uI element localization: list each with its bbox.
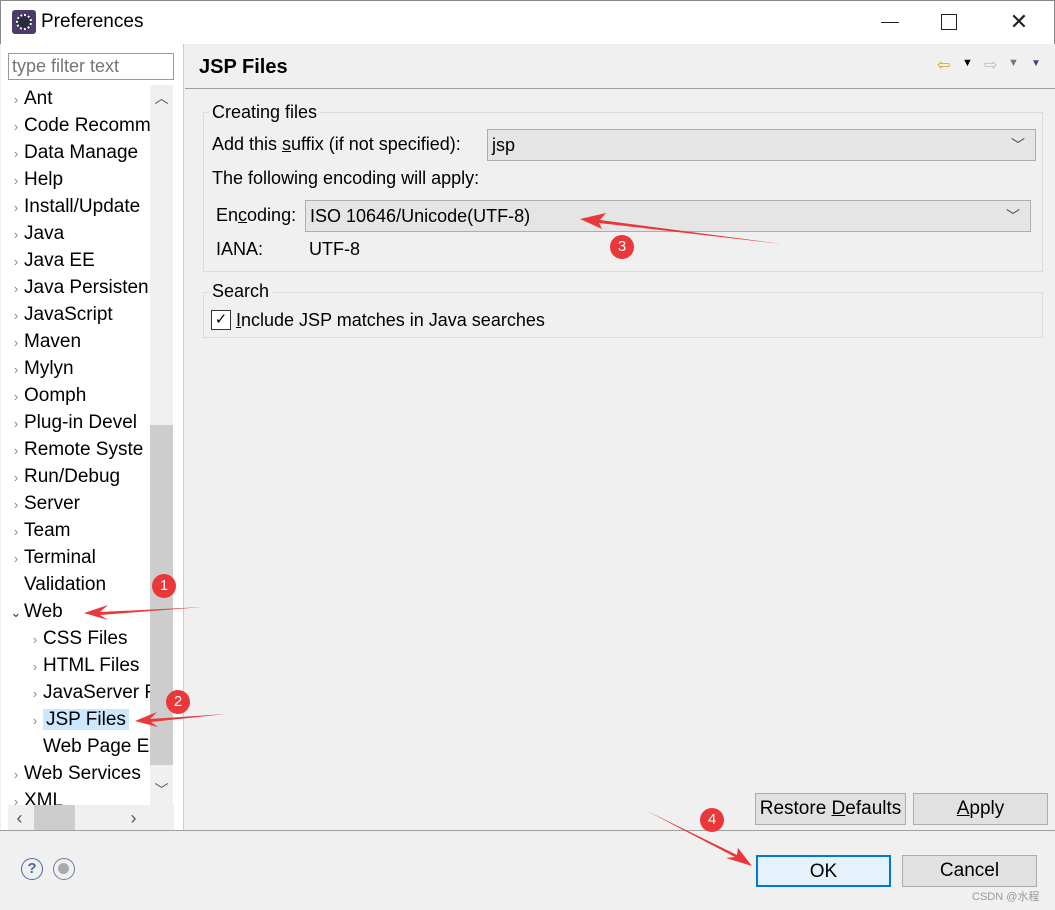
annotation-marker-3: 3 bbox=[610, 235, 634, 259]
annotation-marker-2: 2 bbox=[166, 690, 190, 714]
annotation-arrow-2 bbox=[135, 712, 226, 727]
annotation-arrows bbox=[84, 213, 782, 866]
annotation-marker-4: 4 bbox=[700, 808, 724, 832]
annotation-arrow-3 bbox=[580, 213, 782, 244]
annotation-arrow-4 bbox=[645, 810, 752, 866]
annotation-arrow-1 bbox=[84, 605, 203, 620]
annotation-marker-1: 1 bbox=[152, 574, 176, 598]
